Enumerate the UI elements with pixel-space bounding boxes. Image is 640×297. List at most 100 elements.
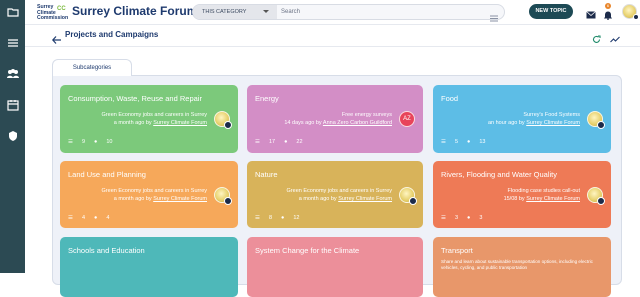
post-count: 22 xyxy=(296,139,303,145)
card-title[interactable]: Schools and Education xyxy=(68,246,145,255)
calendar-icon[interactable] xyxy=(0,99,25,124)
latest-user-link[interactable]: Anna Zero Carbon Guildford xyxy=(323,120,392,126)
post-count: 10 xyxy=(106,139,113,145)
card-stats: ☰ 5 ● 13 xyxy=(441,139,494,145)
card-title[interactable]: Nature xyxy=(255,170,278,179)
chevron-down-icon xyxy=(263,10,269,13)
avatar-status-icon xyxy=(224,121,232,129)
card-stats: ☰ 3 ● 3 xyxy=(441,215,491,221)
latest-user-link[interactable]: Surrey Climate Forum xyxy=(153,120,207,126)
posts-icon: ● xyxy=(94,139,98,145)
users-icon[interactable] xyxy=(0,68,25,93)
subcategory-panel: Consumption, Waste, Reuse and Repair Gre… xyxy=(52,75,622,297)
category-card-transport[interactable]: Transport Share and learn about sustaina… xyxy=(433,237,611,297)
post-count: 4 xyxy=(106,215,110,221)
latest-time: a month ago by xyxy=(113,196,154,202)
logo-line-3: Commission xyxy=(37,15,69,22)
latest-user-link[interactable]: Surrey Climate Forum xyxy=(338,196,392,202)
card-description: Share and learn about sustainable transp… xyxy=(441,259,593,270)
top-bar: Surrey Climate Commission CC Surrey Clim… xyxy=(25,0,640,25)
author-avatar[interactable] xyxy=(587,187,605,205)
latest-user-link[interactable]: Surrey Climate Forum xyxy=(153,196,207,202)
category-card-land-use[interactable]: Land Use and Planning Green Economy jobs… xyxy=(60,161,238,228)
author-avatar[interactable] xyxy=(587,111,605,129)
topic-count: 4 xyxy=(81,215,85,221)
category-select[interactable]: THIS CATEGORY xyxy=(193,5,277,19)
latest-topic[interactable]: Free energy surveys xyxy=(342,112,392,118)
post-count: 3 xyxy=(479,215,483,221)
posts-icon: ● xyxy=(281,215,285,221)
card-stats: ☰ 17 ● 22 xyxy=(255,139,312,145)
latest-topic[interactable]: Flooding case studies call-out xyxy=(508,188,580,194)
card-title[interactable]: Food xyxy=(441,94,458,103)
latest-topic[interactable]: Surrey's Food Systems xyxy=(523,112,580,118)
post-count: 12 xyxy=(293,215,300,221)
latest-time: 14 days ago by xyxy=(284,120,323,126)
folder-icon[interactable] xyxy=(0,6,25,31)
author-avatar[interactable] xyxy=(399,187,417,205)
topics-icon: ☰ xyxy=(255,215,260,221)
card-title[interactable]: Consumption, Waste, Reuse and Repair xyxy=(68,94,202,103)
avatar-status-icon xyxy=(409,197,417,205)
latest-topic[interactable]: Green Economy jobs and careers in Surrey xyxy=(102,112,207,118)
card-title[interactable]: System Change for the Climate xyxy=(255,246,359,255)
card-title[interactable]: Rivers, Flooding and Water Quality xyxy=(441,170,557,179)
topic-count: 17 xyxy=(268,139,276,145)
search-input[interactable]: Search xyxy=(281,5,300,19)
author-avatar[interactable] xyxy=(214,111,232,129)
latest-meta: a month ago by Surrey Climate Forum xyxy=(299,196,392,202)
card-stats: ☰ 8 ● 12 xyxy=(255,215,308,221)
posts-icon: ● xyxy=(467,139,471,145)
latest-meta: 14 days ago by Anna Zero Carbon Guildfor… xyxy=(284,120,392,126)
category-card-energy[interactable]: Energy Free energy surveys 14 days ago b… xyxy=(247,85,423,153)
notification-badge: 6 xyxy=(605,3,611,9)
card-stats: ☰ 9 ● 10 xyxy=(68,139,121,145)
latest-meta: an hour ago by Surrey Climate Forum xyxy=(488,120,580,126)
latest-user-link[interactable]: Surrey Climate Forum xyxy=(526,120,580,126)
card-stats: ☰ 4 ● 4 xyxy=(68,215,118,221)
category-card-schools[interactable]: Schools and Education xyxy=(60,237,238,297)
author-avatar[interactable] xyxy=(214,187,232,205)
latest-meta: 15/08 by Surrey Climate Forum xyxy=(504,196,580,202)
refresh-icon[interactable] xyxy=(592,31,601,49)
category-select-label: THIS CATEGORY xyxy=(202,9,247,15)
card-title[interactable]: Transport xyxy=(441,246,473,255)
user-avatar[interactable] xyxy=(622,4,639,20)
avatar-status-icon xyxy=(597,121,605,129)
latest-time: a month ago by xyxy=(113,120,154,126)
topics-icon: ☰ xyxy=(255,139,260,145)
shield-icon[interactable] xyxy=(0,130,25,155)
latest-topic[interactable]: Green Economy jobs and careers in Surrey xyxy=(287,188,392,194)
new-topic-button[interactable]: NEW TOPIC xyxy=(529,4,573,19)
posts-icon: ● xyxy=(467,215,471,221)
page-title: Projects and Campaigns xyxy=(65,30,159,39)
category-card-system-change[interactable]: System Change for the Climate xyxy=(247,237,423,297)
mail-icon[interactable] xyxy=(586,6,596,24)
topic-count: 5 xyxy=(454,139,458,145)
avatar-status-icon xyxy=(224,197,232,205)
topics-icon: ☰ xyxy=(441,215,446,221)
card-title[interactable]: Energy xyxy=(255,94,279,103)
category-card-food[interactable]: Food Surrey's Food Systems an hour ago b… xyxy=(433,85,611,153)
site-logo[interactable]: Surrey Climate Commission CC xyxy=(37,4,69,22)
back-arrow-icon[interactable] xyxy=(51,31,61,49)
page-header: Projects and Campaigns xyxy=(25,25,640,47)
category-card-rivers[interactable]: Rivers, Flooding and Water Quality Flood… xyxy=(433,161,611,228)
topics-icon: ☰ xyxy=(441,139,446,145)
latest-topic[interactable]: Green Economy jobs and careers in Surrey xyxy=(102,188,207,194)
card-title[interactable]: Land Use and Planning xyxy=(68,170,146,179)
forum-title[interactable]: Surrey Climate Forum xyxy=(72,4,197,18)
latest-time: a month ago by xyxy=(298,196,339,202)
author-avatar[interactable]: AZ xyxy=(399,111,415,127)
category-card-nature[interactable]: Nature Green Economy jobs and careers in… xyxy=(247,161,423,228)
trend-icon[interactable] xyxy=(610,31,620,49)
latest-user-link[interactable]: Surrey Climate Forum xyxy=(526,196,580,202)
category-card-consumption[interactable]: Consumption, Waste, Reuse and Repair Gre… xyxy=(60,85,238,153)
topics-icon: ☰ xyxy=(68,215,73,221)
list-icon[interactable] xyxy=(0,37,25,62)
tab-subcategories[interactable]: Subcategories xyxy=(52,59,132,76)
posts-icon: ● xyxy=(94,215,98,221)
avatar-status-icon xyxy=(633,14,639,20)
bell-icon[interactable] xyxy=(604,7,612,25)
topic-count: 9 xyxy=(81,139,85,145)
